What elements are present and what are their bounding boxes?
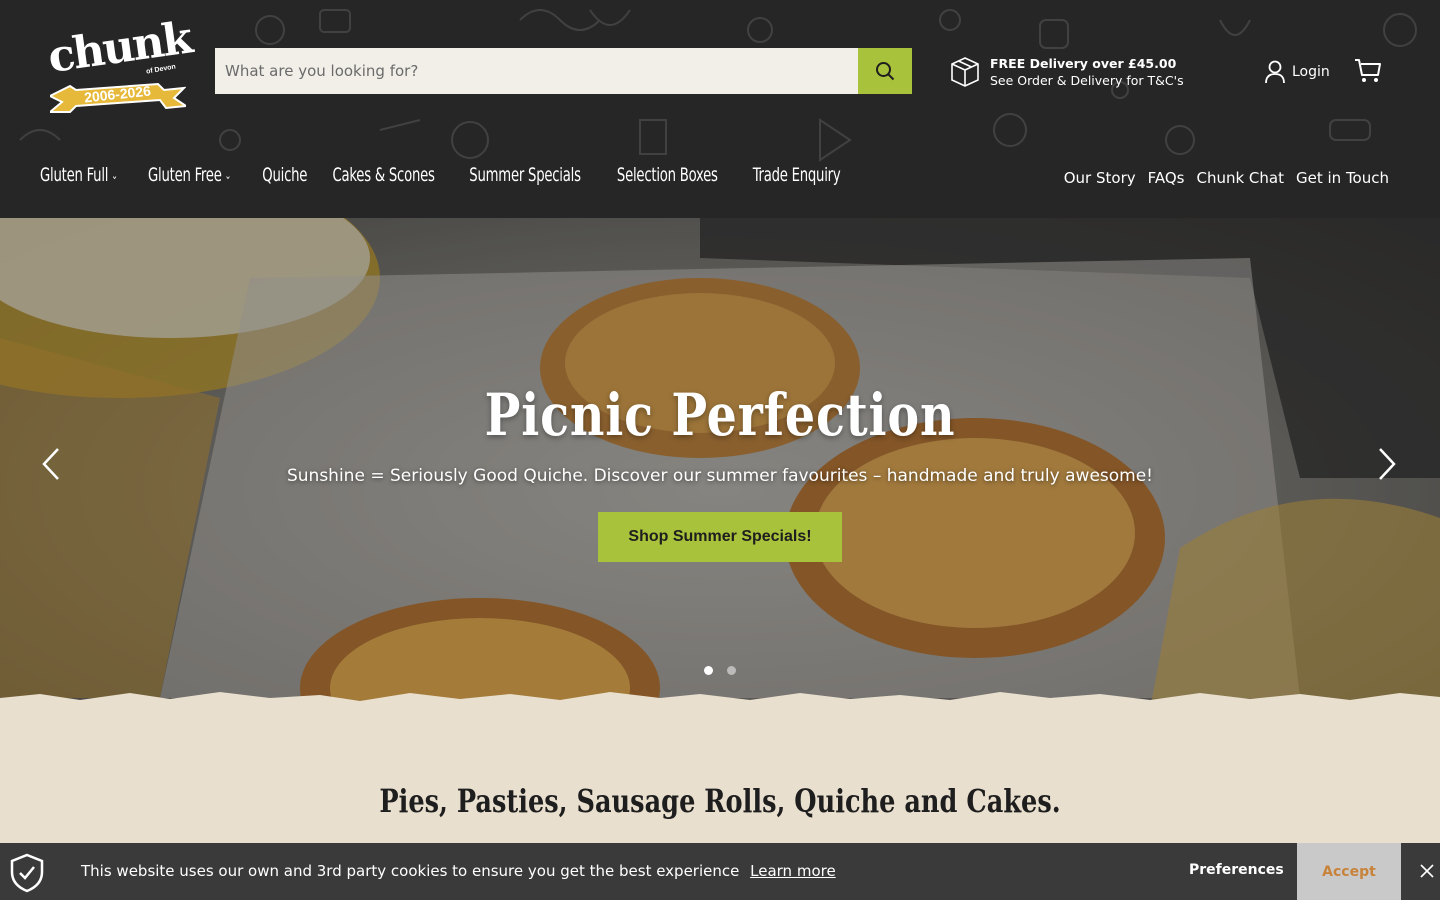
carousel-next-button[interactable] xyxy=(1372,446,1402,482)
hero-food-illustration xyxy=(0,218,1440,710)
delivery-subtitle: See Order & Delivery for T&C's xyxy=(990,73,1184,88)
hero-carousel: Picnic Perfection Sunshine = Seriously G… xyxy=(0,218,1440,710)
nav-label: Cakes & Scones xyxy=(332,164,435,186)
hero-title: Picnic Perfection xyxy=(484,381,956,449)
nav-label: Selection Boxes xyxy=(617,164,718,186)
nav-item-trade-enquiry[interactable]: Trade Enquiry xyxy=(752,164,840,186)
search-input[interactable] xyxy=(215,48,858,94)
site-logo[interactable]: chunk of Devon 2006-2026 xyxy=(44,13,194,124)
user-icon xyxy=(1265,60,1285,84)
cookie-close-button[interactable] xyxy=(1416,860,1438,882)
nav-label: Trade Enquiry xyxy=(752,164,841,186)
chevron-down-icon: ⌄ xyxy=(224,168,232,182)
torn-paper-edge xyxy=(0,692,1440,712)
site-header: chunk of Devon 2006-2026 FREE Delivery o… xyxy=(0,0,1440,222)
login-label: Login xyxy=(1292,64,1330,80)
nav-item-our-story[interactable]: Our Story xyxy=(1064,169,1136,187)
search-icon xyxy=(876,62,895,81)
hero-subtitle: Sunshine = Seriously Good Quiche. Discov… xyxy=(286,466,1153,486)
close-icon xyxy=(1420,864,1434,878)
chevron-left-icon xyxy=(42,448,59,480)
cookie-preferences-button[interactable]: Preferences xyxy=(1189,862,1284,878)
section-tagline: Pies, Pasties, Sausage Rolls, Quiche and… xyxy=(379,782,1061,820)
carousel-prev-button[interactable] xyxy=(36,446,66,482)
nav-item-selection-boxes[interactable]: Selection Boxes xyxy=(617,164,718,186)
nav-item-chunk-chat[interactable]: Chunk Chat xyxy=(1196,169,1284,187)
nav-label: Gluten Free xyxy=(148,164,222,186)
hero-background-image xyxy=(0,218,1440,710)
nav-item-summer-specials[interactable]: Summer Specials xyxy=(469,164,582,186)
carousel-dot-2[interactable] xyxy=(727,666,736,675)
cookie-message: This website uses our own and 3rd party … xyxy=(81,862,740,880)
box-icon xyxy=(951,57,979,87)
delivery-title: FREE Delivery over £45.00 xyxy=(990,56,1177,71)
main-navigation: Gluten Full ⌄ Gluten Free ⌄ Quiche Cakes… xyxy=(40,164,965,186)
nav-item-quiche[interactable]: Quiche xyxy=(263,164,308,186)
nav-item-faqs[interactable]: FAQs xyxy=(1148,169,1185,187)
logo-wordmark: chunk xyxy=(44,12,194,83)
cart-icon xyxy=(1355,59,1381,82)
nav-item-gluten-free[interactable]: Gluten Free ⌄ xyxy=(148,164,231,186)
cookie-consent-bar: This website uses our own and 3rd party … xyxy=(0,843,1440,900)
login-link[interactable]: Login xyxy=(1265,60,1330,84)
nav-item-cakes-scones[interactable]: Cakes & Scones xyxy=(333,164,435,186)
secondary-navigation: Our Story FAQs Chunk Chat Get in Touch xyxy=(1064,169,1389,187)
carousel-dot-1[interactable] xyxy=(704,666,713,675)
header-doodle-pattern xyxy=(19,9,1417,162)
nav-item-gluten-full[interactable]: Gluten Full ⌄ xyxy=(40,164,118,186)
nav-label: Summer Specials xyxy=(469,164,582,186)
chevron-down-icon: ⌄ xyxy=(111,168,118,182)
delivery-info[interactable]: FREE Delivery over £45.00 See Order & De… xyxy=(950,55,1184,89)
cookie-accept-button[interactable]: Accept xyxy=(1297,843,1401,900)
chevron-right-icon xyxy=(1379,448,1396,480)
cart-button[interactable] xyxy=(1354,58,1382,88)
carousel-dots xyxy=(704,666,736,675)
learn-more-link[interactable]: Learn more xyxy=(750,862,836,880)
nav-label: Gluten Full xyxy=(40,164,109,186)
search-bar xyxy=(215,48,912,94)
search-button[interactable] xyxy=(858,48,912,94)
nav-item-get-in-touch[interactable]: Get in Touch xyxy=(1296,169,1389,187)
nav-label: Quiche xyxy=(262,164,308,186)
shield-check-icon xyxy=(10,853,44,893)
shop-summer-specials-button[interactable]: Shop Summer Specials! xyxy=(598,512,842,562)
